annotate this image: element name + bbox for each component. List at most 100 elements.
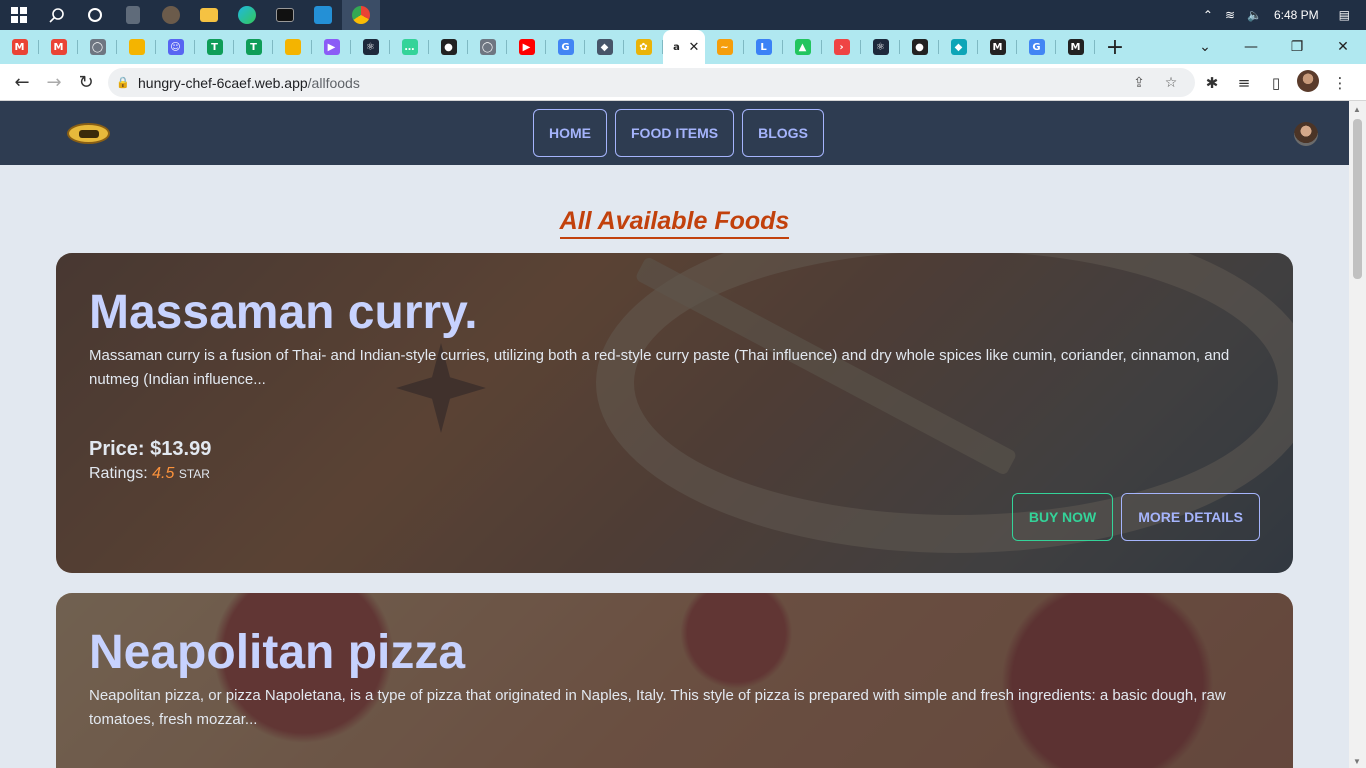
food-description: Neapolitan pizza, or pizza Napoletana, i… [89, 686, 1226, 728]
youtube-icon: ▶ [518, 39, 535, 55]
file-explorer-icon[interactable] [190, 0, 228, 30]
github-icon: ◯ [479, 39, 496, 55]
share-icon[interactable]: ⇪ [1123, 75, 1155, 91]
browser-tab[interactable]: ◆ [939, 30, 978, 64]
browser-tab[interactable]: ~ [705, 30, 744, 64]
browser-tab[interactable]: ▶ [312, 30, 351, 64]
browser-tab[interactable]: ✿ [624, 30, 663, 64]
brush-icon: ~ [716, 39, 733, 55]
forward-icon[interactable]: → [38, 72, 70, 93]
browser-tab[interactable]: ◆ [585, 30, 624, 64]
calculator-icon[interactable] [114, 0, 152, 30]
restore-icon[interactable]: ❐ [1274, 39, 1320, 55]
arrow-icon: › [833, 39, 850, 55]
tab-search-icon[interactable]: ⌄ [1182, 39, 1228, 55]
mortarboard-icon: ◆ [596, 39, 613, 55]
notifications-icon[interactable]: ▤ [1339, 8, 1350, 22]
browser-tab[interactable]: ▲ [783, 30, 822, 64]
browser-tab[interactable]: M [39, 30, 78, 64]
browser-tab[interactable]: a ✕ [663, 30, 705, 64]
page-scrollbar[interactable]: ▲ ▼ [1349, 101, 1366, 768]
chrome-icon[interactable] [342, 0, 380, 30]
browser-tab[interactable]: G [546, 30, 585, 64]
more-details-button[interactable]: MORE DETAILS [1121, 493, 1260, 541]
user-avatar[interactable] [1294, 122, 1318, 146]
clock[interactable]: 6:48 PM [1274, 8, 1319, 22]
gmail-icon: M [50, 39, 67, 55]
bookmark-star-icon[interactable]: ☆ [1155, 75, 1187, 91]
browser-tab[interactable]: T [234, 30, 273, 64]
nav-blogs-button[interactable]: BLOGS [742, 109, 824, 157]
side-panel-icon[interactable]: ▯ [1260, 74, 1292, 92]
edge-icon[interactable] [228, 0, 266, 30]
browser-tab[interactable]: ◯ [78, 30, 117, 64]
lock-icon[interactable]: 🔒 [108, 76, 138, 89]
food-card-content: Massaman curry. Massaman curry is a fusi… [89, 253, 1260, 573]
scroll-down-icon[interactable]: ▼ [1353, 757, 1361, 766]
food-card-actions: BUY NOW MORE DETAILS [1011, 493, 1260, 541]
ratings-label: Ratings: [89, 464, 148, 482]
terminal-icon[interactable] [266, 0, 304, 30]
browser-tab[interactable] [273, 30, 312, 64]
browser-tab[interactable]: ▶ [507, 30, 546, 64]
buy-now-button[interactable]: BUY NOW [1011, 493, 1114, 541]
task-view-icon[interactable] [76, 0, 114, 30]
rating-unit: STAR [178, 466, 210, 481]
minimize-icon[interactable]: — [1228, 39, 1274, 55]
kebab-menu-icon[interactable]: ⋮ [1324, 74, 1356, 92]
discord-icon: ☺ [167, 39, 184, 55]
browser-tab[interactable]: ● [429, 30, 468, 64]
page-title: All Available Foods [0, 207, 1349, 239]
food-card-content: Neapolitan pizza Neapolitan pizza, or pi… [89, 593, 1260, 768]
volume-icon[interactable]: 🔈 [1247, 8, 1262, 22]
back-icon[interactable]: ← [6, 72, 38, 93]
media-control-icon[interactable]: ≡ [1228, 74, 1260, 92]
close-icon[interactable]: ✕ [1320, 39, 1366, 55]
browser-tab[interactable]: M [1056, 30, 1095, 64]
browser-tab[interactable]: ◯ [468, 30, 507, 64]
browser-tab[interactable]: › [822, 30, 861, 64]
vscode-icon[interactable] [304, 0, 342, 30]
github-icon: ◯ [89, 39, 106, 55]
browser-tab[interactable]: M [0, 30, 39, 64]
media-player-icon[interactable] [152, 0, 190, 30]
browser-tab[interactable]: ⚛ [861, 30, 900, 64]
reload-icon[interactable]: ↻ [70, 72, 102, 93]
food-title: Neapolitan pizza [89, 626, 466, 679]
browser-tab[interactable]: M [978, 30, 1017, 64]
search-icon[interactable] [38, 0, 76, 30]
new-tab-icon[interactable]: + [1095, 35, 1135, 60]
profile-avatar[interactable] [1292, 69, 1324, 96]
browser-tab[interactable]: … [390, 30, 429, 64]
food-description: Massaman curry is a fusion of Thai- and … [89, 346, 1230, 388]
browser-tab[interactable]: ⚛ [351, 30, 390, 64]
globe-icon: ● [440, 39, 457, 55]
screencast-icon: ▶ [323, 39, 340, 55]
browser-tab[interactable]: ● [900, 30, 939, 64]
windows-taskbar: ⌃ ≋ 🔈 6:48 PM ▤ [0, 0, 1366, 30]
scroll-up-icon[interactable]: ▲ [1353, 105, 1361, 114]
browser-tab[interactable]: T [195, 30, 234, 64]
url-text[interactable]: hungry-chef-6caef.web.app/allfoods [138, 75, 360, 91]
browser-tab[interactable] [117, 30, 156, 64]
browser-tab[interactable]: ☺ [156, 30, 195, 64]
nav-food-items-button[interactable]: FOOD ITEMS [615, 109, 735, 157]
tab-close-icon[interactable]: ✕ [689, 39, 700, 55]
chevron-up-icon[interactable]: ⌃ [1203, 8, 1213, 22]
browser-tab[interactable]: L [744, 30, 783, 64]
slides-icon [284, 39, 301, 55]
windows-start-icon[interactable] [0, 0, 38, 30]
address-bar[interactable]: 🔒 hungry-chef-6caef.web.app/allfoods ⇪ ☆ [108, 68, 1195, 97]
extensions-puzzle-icon[interactable]: ✱ [1196, 74, 1228, 92]
scrollbar-thumb[interactable] [1353, 119, 1362, 279]
wifi-icon[interactable]: ≋ [1225, 8, 1235, 22]
m-icon: M [1067, 39, 1084, 55]
react-icon: ⚛ [872, 39, 889, 55]
hungry-chef-logo[interactable] [67, 123, 110, 144]
nav-home-button[interactable]: HOME [533, 109, 607, 157]
sheets-icon: T [206, 39, 223, 55]
browser-tab[interactable]: G [1017, 30, 1056, 64]
browser-tab-strip: M M ◯ ☺ T T ▶ ⚛… ● ◯ ▶ G ◆ ✿ a ✕ ~ L ▲ › ⚛ ● ◆ M G M + [0, 30, 1366, 64]
slides-icon [128, 39, 145, 55]
browser-toolbar: ← → ↻ 🔒 hungry-chef-6caef.web.app/allfoo… [0, 64, 1366, 101]
